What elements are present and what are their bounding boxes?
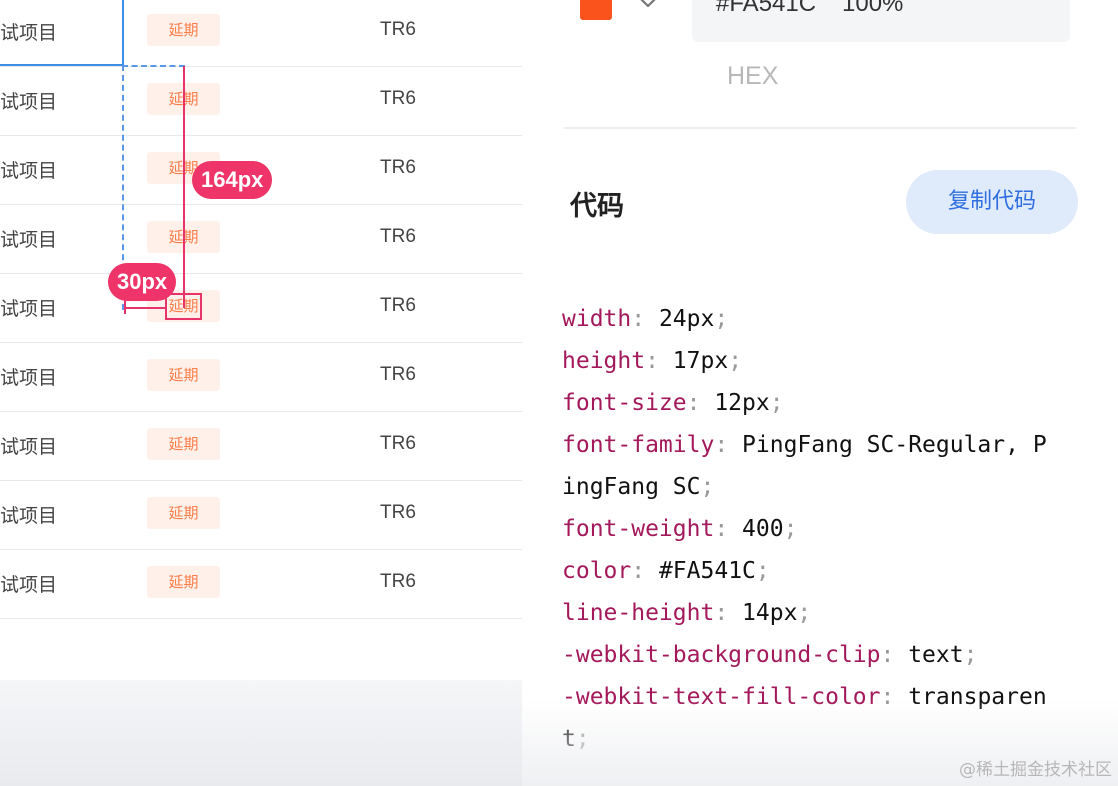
css-colon: : [880, 642, 909, 668]
css-value: #FA541C [658, 558, 756, 584]
css-colon: : [645, 348, 673, 374]
css-colon: : [631, 558, 659, 584]
target-element-outline [165, 293, 202, 320]
code-line: width: 24px; [562, 298, 1082, 340]
code-line: height: 17px; [562, 340, 1082, 382]
css-property: color [562, 558, 632, 584]
distance-badge-vertical: 164px [192, 161, 273, 199]
css-property: font-family [562, 432, 715, 458]
project-name-cell: 试项目 [0, 574, 58, 596]
css-property: width [562, 306, 632, 332]
css-terminator: ; [783, 516, 798, 542]
project-name-cell: 试项目 [0, 160, 58, 182]
css-property: height [562, 348, 646, 374]
css-property: font-size [562, 390, 687, 416]
project-name-cell: 试项目 [0, 436, 58, 458]
table-row[interactable]: 试项目 延期 TR6 [0, 481, 522, 550]
css-value: 400 [742, 516, 784, 542]
stage-code-cell: TR6 [380, 19, 416, 40]
css-terminator: ; [728, 348, 743, 374]
measure-line-vertical [183, 66, 185, 308]
status-badge: 延期 [147, 497, 220, 529]
code-line: line-height: 14px; [562, 592, 1082, 634]
css-terminator: ; [963, 642, 978, 668]
project-name-cell: 试项目 [0, 91, 58, 113]
chevron-down-icon[interactable] [637, 0, 659, 14]
stage-code-cell: TR6 [380, 295, 416, 316]
project-name-cell: 试项目 [0, 229, 58, 251]
css-value: 12px [714, 390, 770, 416]
css-terminator: ; [700, 474, 715, 500]
css-value: 17px [672, 348, 729, 374]
stage-code-cell: TR6 [380, 157, 416, 178]
table-row[interactable]: 试项目延期TR6 [0, 67, 522, 136]
stage-code-cell: TR6 [380, 571, 416, 592]
design-table-panel: 试项目延期TR6试项目延期TR6试项目延期TR6试项目延期TR6试项目延期TR6… [0, 0, 522, 786]
css-code-block: width: 24px; height: 17px; font-size: 12px… [562, 298, 1082, 760]
css-colon: : [686, 390, 715, 416]
css-terminator: ; [755, 558, 770, 584]
stage-code-cell: TR6 [380, 88, 416, 109]
color-alpha-value: 100% [842, 0, 904, 17]
stage-code-cell: TR6 [380, 226, 416, 247]
measure-line-horizontal [124, 307, 166, 309]
color-format-label: HEX [727, 62, 779, 90]
css-colon: : [714, 432, 743, 458]
divider [564, 127, 1076, 129]
project-name-cell: 试项目 [0, 367, 58, 389]
css-property: font-weight [562, 516, 715, 542]
status-badge: 延期 [147, 428, 220, 460]
css-value: text [908, 642, 964, 668]
table-footer-area [0, 680, 522, 786]
measure-tick [124, 300, 126, 314]
css-value: PingFang SC-Regular, P [742, 432, 1047, 458]
table-row[interactable]: 试项目 延期 TR6 [0, 412, 522, 481]
css-value: 24px [658, 306, 715, 332]
code-section-title: 代码 [570, 191, 624, 222]
code-line: color: #FA541C; [562, 550, 1082, 592]
css-colon: : [714, 516, 743, 542]
guide-line-horizontal [122, 65, 185, 67]
copy-code-button[interactable]: 复制代码 [906, 170, 1078, 234]
stage-code-cell: TR6 [380, 502, 416, 523]
status-badge: 延期 [147, 566, 220, 598]
css-colon: : [714, 600, 743, 626]
status-badge: 延期 [147, 359, 220, 391]
css-property: line-height [562, 600, 715, 626]
table-row[interactable]: 试项目延期TR6 [0, 274, 522, 343]
status-badge: 延期 [147, 14, 220, 46]
css-terminator: ; [769, 390, 784, 416]
color-value-field[interactable]: #FA541C 100% [692, 0, 1070, 42]
table-row[interactable]: 试项目 延期 TR6 [0, 343, 522, 412]
inspector-panel: #FA541C 100% HEX 代码 复制代码 width: 24px; hei… [522, 0, 1118, 786]
stage-code-cell: TR6 [380, 433, 416, 454]
css-value: 14px [742, 600, 798, 626]
code-line: font-weight: 400; [562, 508, 1082, 550]
css-colon: : [631, 306, 659, 332]
css-terminator: ; [714, 306, 729, 332]
css-property: -webkit-background-clip [562, 642, 881, 668]
code-line: -webkit-background-clip: text; [562, 634, 1082, 676]
selected-cell-outline [0, 0, 124, 66]
table-row[interactable]: 试项目 延期 TR6 [0, 550, 522, 619]
css-value: ingFang SC [562, 474, 701, 500]
code-line: font-size: 12px; [562, 382, 1082, 424]
project-name-cell: 试项目 [0, 298, 58, 320]
table-row[interactable]: 试项目延期TR6 [0, 205, 522, 274]
watermark: @稀土掘金技术社区 [959, 760, 1112, 780]
stage-code-cell: TR6 [380, 364, 416, 385]
css-terminator: ; [797, 600, 812, 626]
project-name-cell: 试项目 [0, 505, 58, 527]
code-line: ingFang SC; [562, 466, 1082, 508]
distance-badge-horizontal: 30px [108, 263, 177, 301]
color-swatch[interactable] [580, 0, 612, 20]
code-line: font-family: PingFang SC-Regular, P [562, 424, 1082, 466]
color-hex-value: #FA541C [716, 0, 817, 17]
